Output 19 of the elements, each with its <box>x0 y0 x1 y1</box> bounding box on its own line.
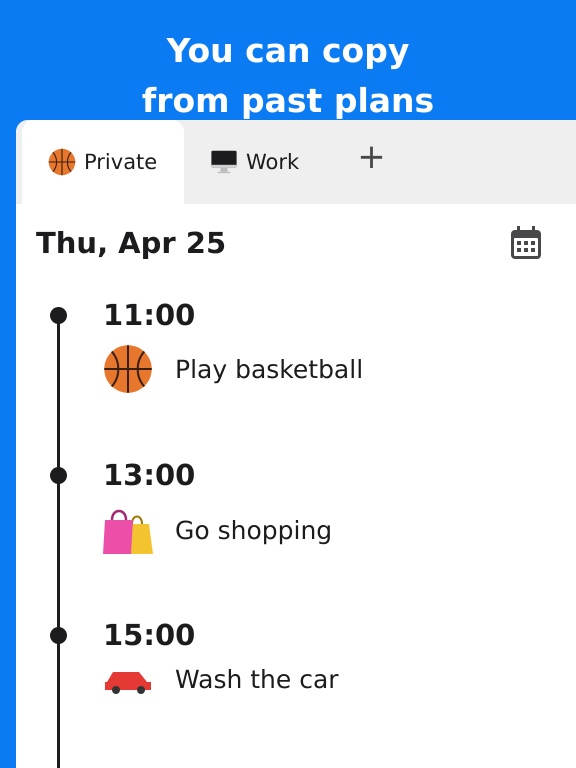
add-tab-button[interactable]: + <box>345 120 398 204</box>
basketball-icon <box>48 148 76 176</box>
event-title[interactable]: Play basketball <box>175 354 364 384</box>
basketball-icon <box>103 344 153 394</box>
headline: from past plans <box>142 80 434 122</box>
time-label: 11:00 <box>103 298 196 332</box>
monitor-icon <box>210 148 238 176</box>
calendar-icon[interactable] <box>510 226 542 260</box>
event-title[interactable]: Go shopping <box>175 516 332 544</box>
time-label: 15:00 <box>103 618 196 652</box>
tab[interactable]: Private <box>22 120 184 204</box>
date-title: Thu, Apr 25 <box>36 226 226 260</box>
timeline-dot <box>50 627 67 644</box>
headline: You can copy <box>166 30 410 72</box>
tab[interactable]: Work <box>184 120 326 204</box>
timeline-dot <box>50 307 67 324</box>
time-label: 13:00 <box>103 458 196 492</box>
event-title[interactable]: Wash the car <box>175 664 339 694</box>
timeline-dot <box>50 467 67 484</box>
